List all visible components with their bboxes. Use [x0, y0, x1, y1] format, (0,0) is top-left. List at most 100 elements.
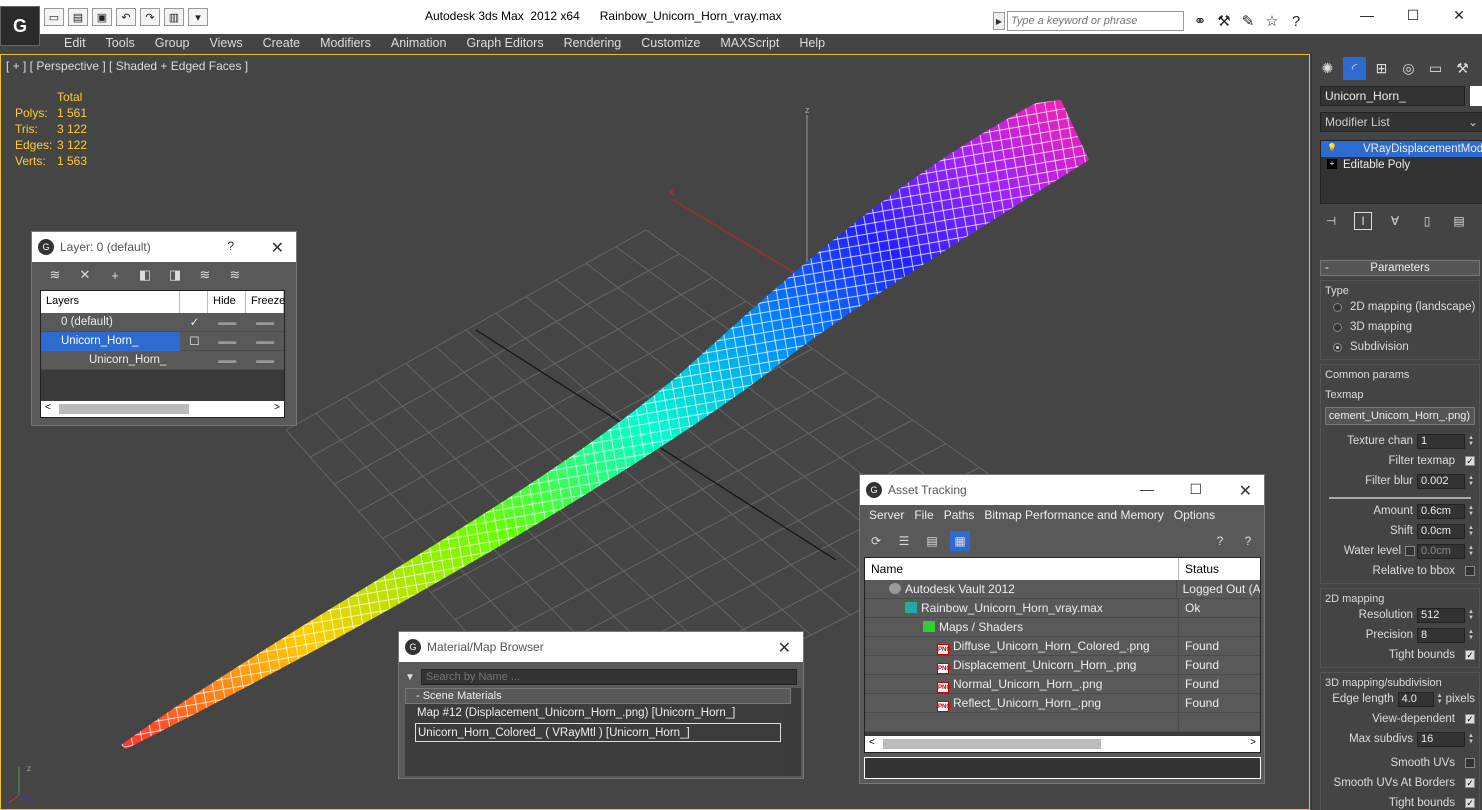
- menu-graph-editors[interactable]: Graph Editors: [456, 34, 553, 54]
- minimize-button[interactable]: —: [1140, 481, 1154, 497]
- save-icon[interactable]: ▣: [92, 8, 112, 26]
- help-button[interactable]: ?: [227, 239, 234, 253]
- radio-2d-mapping[interactable]: 2D mapping (landscape): [1321, 297, 1479, 317]
- current-layer-check[interactable]: ✓: [180, 315, 208, 329]
- menu-rendering[interactable]: Rendering: [554, 34, 632, 54]
- layer-panel-title[interactable]: G Layer: 0 (default) ? ✕: [32, 232, 296, 262]
- smooth-uvs-checkbox[interactable]: [1465, 758, 1475, 768]
- hide-all-icon[interactable]: ≋: [196, 266, 214, 284]
- spinner-icon[interactable]: ▲ ▼: [1436, 692, 1444, 707]
- relative-bbox-checkbox[interactable]: [1465, 566, 1475, 576]
- hide-toggle[interactable]: ▬▬: [208, 336, 246, 346]
- scroll-right-icon[interactable]: >: [1250, 737, 1256, 748]
- material-browser-title[interactable]: G Material/Map Browser ✕: [399, 632, 803, 662]
- vertical-scrollbar[interactable]: [791, 688, 801, 776]
- texmap-button[interactable]: cement_Unicorn_Horn_.png): [1325, 407, 1475, 425]
- layer-row-unicorn-horn[interactable]: Unicorn_Horn_ ☐ ▬▬ ▬▬: [41, 331, 284, 351]
- column-name[interactable]: Name: [865, 558, 1179, 580]
- scroll-right-icon[interactable]: >: [274, 402, 280, 413]
- tight-bounds-checkbox[interactable]: ✓: [1465, 650, 1475, 660]
- spinner-icon[interactable]: ▲ ▼: [1467, 474, 1475, 489]
- modifier-list-dropdown[interactable]: Modifier List ⌄: [1320, 112, 1482, 132]
- select-objects-icon[interactable]: ◧: [136, 266, 154, 284]
- spinner-icon[interactable]: ▲ ▼: [1467, 504, 1475, 519]
- new-layer-icon[interactable]: ≋: [46, 266, 64, 284]
- asset-menu-file[interactable]: File: [909, 505, 938, 527]
- spinner-icon[interactable]: ▲ ▼: [1467, 434, 1475, 449]
- undo-icon[interactable]: ↶: [116, 8, 136, 26]
- make-unique-icon[interactable]: ∀: [1386, 212, 1404, 230]
- menu-views[interactable]: Views: [199, 34, 252, 54]
- menu-group[interactable]: Group: [145, 34, 200, 54]
- pin-stack-icon[interactable]: ⊣: [1322, 212, 1340, 230]
- new-icon[interactable]: ▭: [44, 8, 64, 26]
- smooth-uvs-borders-checkbox[interactable]: ✓: [1465, 778, 1475, 788]
- binoculars-icon[interactable]: ⚭: [1190, 11, 1210, 31]
- freeze-all-icon[interactable]: ≋: [226, 266, 244, 284]
- freeze-toggle[interactable]: ▬▬: [246, 355, 284, 365]
- help-icon[interactable]: ?: [1210, 531, 1230, 551]
- column-freeze[interactable]: Freeze: [246, 291, 285, 313]
- max-subdivs-field[interactable]: 16: [1417, 731, 1465, 747]
- asset-row[interactable]: PNG Displacement_Unicorn_Horn_.png Found: [865, 656, 1260, 675]
- search-expand-icon[interactable]: ▶: [993, 12, 1005, 30]
- lightbulb-icon[interactable]: 💡: [1327, 143, 1337, 153]
- menu-tools[interactable]: Tools: [96, 34, 145, 54]
- column-hide[interactable]: Hide: [208, 291, 246, 313]
- scroll-thumb[interactable]: [883, 739, 1101, 749]
- shift-field[interactable]: 0.0cm: [1417, 523, 1465, 539]
- horizontal-scrollbar[interactable]: < >: [865, 736, 1260, 752]
- refresh-icon[interactable]: ⟳: [866, 531, 886, 551]
- asset-row[interactable]: PNG Normal_Unicorn_Horn_.png Found: [865, 675, 1260, 694]
- hide-toggle[interactable]: ▬▬: [208, 317, 246, 327]
- highlight-layer-icon[interactable]: ◨: [166, 266, 184, 284]
- asset-row[interactable]: PNG Diffuse_Unicorn_Horn_Colored_.png Foun…: [865, 637, 1260, 656]
- horizontal-scrollbar[interactable]: < >: [41, 401, 284, 417]
- menu-modifiers[interactable]: Modifiers: [310, 34, 381, 54]
- layer-row-object[interactable]: Unicorn_Horn_ ▬▬ ▬▬: [41, 351, 284, 370]
- material-item-selected[interactable]: Unicorn_Horn_Colored_ ( VRayMtl ) [Unico…: [415, 723, 781, 742]
- show-end-result-icon[interactable]: I: [1354, 212, 1372, 230]
- menu-customize[interactable]: Customize: [631, 34, 710, 54]
- display-tab-icon[interactable]: ▭: [1424, 57, 1447, 80]
- close-button[interactable]: ✕: [1436, 0, 1482, 30]
- modify-tab-icon[interactable]: ◜: [1343, 57, 1366, 80]
- communication-icon[interactable]: ✎: [1238, 11, 1258, 31]
- asset-row[interactable]: PNG Reflect_Unicorn_Horn_.png Found: [865, 694, 1260, 713]
- motion-tab-icon[interactable]: ◎: [1397, 57, 1420, 80]
- expand-icon[interactable]: +: [1327, 159, 1337, 169]
- filter-blur-field[interactable]: 0.002: [1417, 473, 1465, 489]
- dropdown-icon[interactable]: ▾: [188, 8, 208, 26]
- create-tab-icon[interactable]: ✺: [1316, 57, 1339, 80]
- current-layer-check[interactable]: ☐: [180, 334, 208, 348]
- asset-row[interactable]: Rainbow_Unicorn_Horn_vray.max Ok: [865, 599, 1260, 618]
- freeze-toggle[interactable]: ▬▬: [246, 317, 284, 327]
- open-icon[interactable]: ▤: [68, 8, 88, 26]
- menu-maxscript[interactable]: MAXScript: [710, 34, 789, 54]
- asset-status-field[interactable]: [864, 757, 1261, 779]
- spinner-icon[interactable]: ▲ ▼: [1467, 628, 1475, 643]
- asset-tracking-title[interactable]: G Asset Tracking — ☐ ✕: [860, 475, 1264, 505]
- menu-help[interactable]: Help: [789, 34, 835, 54]
- thumbnail-view-icon[interactable]: ▤: [922, 531, 942, 551]
- scroll-thumb[interactable]: [59, 404, 189, 414]
- radio-3d-mapping[interactable]: 3D mapping: [1321, 317, 1479, 337]
- column-status[interactable]: Status: [1179, 558, 1225, 580]
- texture-chan-field[interactable]: 1: [1417, 433, 1465, 449]
- water-level-field[interactable]: 0.0cm: [1417, 543, 1465, 559]
- radio-subdivision[interactable]: Subdivision: [1321, 337, 1479, 357]
- spinner-icon[interactable]: ▲ ▼: [1467, 544, 1475, 559]
- menu-animation[interactable]: Animation: [381, 34, 457, 54]
- close-icon[interactable]: ✕: [271, 238, 284, 258]
- scroll-left-icon[interactable]: <: [869, 737, 875, 748]
- app-logo[interactable]: G: [0, 6, 40, 46]
- amount-field[interactable]: 0.6cm: [1417, 503, 1465, 519]
- context-help-icon[interactable]: ?: [1238, 531, 1258, 551]
- add-to-layer-icon[interactable]: +: [106, 266, 124, 284]
- water-level-checkbox[interactable]: [1405, 546, 1415, 556]
- precision-field[interactable]: 8: [1417, 627, 1465, 643]
- delete-layer-icon[interactable]: ✕: [76, 266, 94, 284]
- material-item[interactable]: Map #12 (Displacement_Unicorn_Horn_.png)…: [405, 704, 791, 723]
- minimize-button[interactable]: —: [1344, 0, 1390, 30]
- asset-row[interactable]: Autodesk Vault 2012 Logged Out (A: [865, 580, 1260, 599]
